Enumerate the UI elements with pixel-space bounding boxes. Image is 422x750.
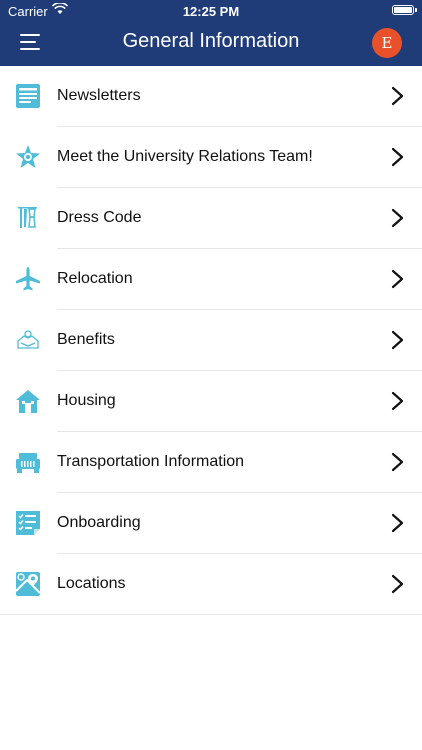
chevron-right-icon — [391, 452, 405, 472]
battery-icon — [392, 5, 417, 15]
chevron-right-icon — [391, 574, 405, 594]
list-item-onboarding[interactable]: Onboarding — [0, 493, 422, 554]
star-badge-icon — [15, 144, 41, 170]
map-pin-icon — [15, 571, 41, 597]
list-item-label: Transportation Information — [57, 453, 245, 470]
app-header: Carrier 12:25 PM General Information E — [0, 0, 422, 66]
list-item-label: Housing — [57, 392, 116, 409]
list-item-label: Meet the University Relations Team! — [57, 148, 313, 165]
list-item-housing[interactable]: Housing — [0, 371, 422, 432]
nav-bar: General Information E — [0, 22, 422, 66]
list-item-benefits[interactable]: Benefits — [0, 310, 422, 371]
newsletter-icon — [15, 83, 41, 109]
avatar[interactable]: E — [372, 28, 402, 58]
list-item-dress-code[interactable]: Dress Code — [0, 188, 422, 249]
list-item-locations[interactable]: Locations — [0, 554, 422, 615]
chevron-right-icon — [391, 86, 405, 106]
status-bar: Carrier 12:25 PM — [0, 0, 422, 22]
clothes-hanger-icon — [15, 205, 41, 231]
list-item-label: Dress Code — [57, 209, 142, 226]
benefits-hand-icon — [15, 327, 41, 353]
clock: 12:25 PM — [182, 4, 240, 19]
chevron-right-icon — [391, 513, 405, 533]
list-item-meet-team[interactable]: Meet the University Relations Team! — [0, 127, 422, 188]
list-item-label: Newsletters — [57, 87, 141, 104]
page-title: General Information — [122, 30, 300, 52]
house-icon — [15, 388, 41, 414]
list-item-label: Locations — [57, 575, 126, 592]
list-item-label: Onboarding — [57, 514, 141, 531]
chevron-right-icon — [391, 391, 405, 411]
list-item-label: Benefits — [57, 331, 115, 348]
list-item-label: Relocation — [57, 270, 133, 287]
jeep-icon — [15, 449, 41, 475]
chevron-right-icon — [391, 147, 405, 167]
list-item-newsletters[interactable]: Newsletters — [0, 66, 422, 127]
chevron-right-icon — [391, 269, 405, 289]
list-item-transportation[interactable]: Transportation Information — [0, 432, 422, 493]
chevron-right-icon — [391, 208, 405, 228]
checklist-icon — [15, 510, 41, 536]
airplane-icon — [15, 266, 41, 292]
chevron-right-icon — [391, 330, 405, 350]
list-item-relocation[interactable]: Relocation — [0, 249, 422, 310]
info-list: Newsletters Meet the University Relation… — [0, 66, 422, 615]
